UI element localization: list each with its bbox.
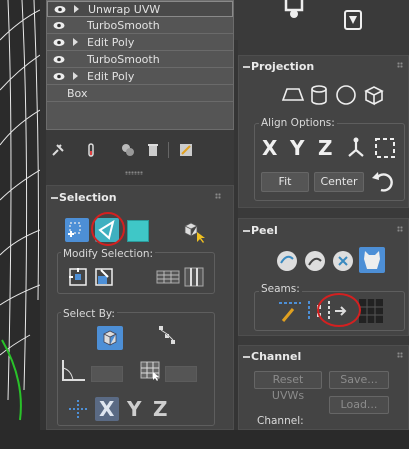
stack-item-turbosmooth-2[interactable]: TurboSmooth xyxy=(47,52,233,68)
collapse-icon[interactable] xyxy=(243,356,250,358)
rollout-title[interactable]: Peel xyxy=(251,224,278,237)
red-annotation-circle xyxy=(91,212,125,246)
rollout-grip[interactable] xyxy=(215,193,221,199)
eye-icon[interactable] xyxy=(54,5,66,14)
toolbar-divider xyxy=(168,142,169,158)
element-mode-icon[interactable] xyxy=(181,218,207,244)
expand-arrow-icon[interactable] xyxy=(73,38,78,46)
planar-map-icon[interactable] xyxy=(281,86,305,104)
align-y-button[interactable]: Y xyxy=(290,136,304,160)
reset-peel-icon[interactable] xyxy=(331,249,355,273)
pin-stack-icon[interactable] xyxy=(50,142,66,158)
rollout-grip[interactable] xyxy=(397,226,403,232)
cylindrical-map-icon[interactable] xyxy=(309,84,329,106)
select-z-label[interactable]: Z xyxy=(153,397,168,421)
grow-selection-icon[interactable] xyxy=(67,266,89,288)
stack-item-turbosmooth[interactable]: TurboSmooth xyxy=(47,18,233,34)
stack-item-edit-poly[interactable]: Edit Poly xyxy=(47,35,233,51)
eye-icon[interactable] xyxy=(53,21,65,30)
collapse-icon[interactable] xyxy=(51,197,58,199)
stack-item-label: TurboSmooth xyxy=(87,53,160,66)
collapse-icon[interactable] xyxy=(243,230,250,232)
expand-arrow-icon[interactable] xyxy=(74,5,79,13)
peel-mode-icon[interactable] xyxy=(303,249,327,273)
cube-icon xyxy=(103,330,117,346)
vertex-icon xyxy=(68,222,81,237)
stack-item-label: TurboSmooth xyxy=(87,19,160,32)
status-bar xyxy=(0,430,409,449)
eye-icon[interactable] xyxy=(53,72,65,81)
rollout-grip[interactable] xyxy=(397,62,403,68)
edit-seams-icon[interactable] xyxy=(277,299,303,323)
rollout-title[interactable]: Selection xyxy=(59,191,117,204)
remove-modifier-icon[interactable] xyxy=(145,142,161,158)
make-unique-icon[interactable] xyxy=(120,142,136,158)
spherical-map-icon[interactable] xyxy=(335,84,357,106)
select-x-label: X xyxy=(99,397,115,421)
expand-arrow-icon[interactable] xyxy=(73,72,78,80)
eye-icon[interactable] xyxy=(53,38,65,47)
ring-selection-icon[interactable] xyxy=(183,266,205,288)
select-by-planar-icon[interactable] xyxy=(67,398,89,420)
stack-item-unwrap-uvw[interactable]: Unwrap UVW xyxy=(47,1,233,17)
top-tool-icon-2[interactable] xyxy=(342,8,366,34)
align-z-button[interactable]: Z xyxy=(318,136,333,160)
box-map-icon[interactable] xyxy=(363,84,385,106)
align-options-label: Align Options: xyxy=(259,117,337,129)
select-by-material-id-icon[interactable] xyxy=(139,360,163,382)
quick-peel-icon[interactable] xyxy=(275,249,299,273)
convert-edge-selection-to-seams-icon[interactable] xyxy=(357,297,385,325)
select-by-element-button[interactable] xyxy=(97,326,123,350)
vertex-mode-button[interactable] xyxy=(65,218,89,242)
select-by-angle-icon[interactable] xyxy=(59,358,87,384)
modify-selection-label: Modify Selection: xyxy=(61,248,156,260)
pelt-map-button[interactable] xyxy=(359,247,385,273)
projection-rollout: Projection Align Options: X Y Z Fit Cent… xyxy=(238,55,409,208)
stack-item-label: Unwrap UVW xyxy=(88,3,161,16)
fit-button[interactable]: Fit xyxy=(261,172,309,192)
peel-rollout: Peel Seams: xyxy=(238,218,409,336)
load-button[interactable]: Load... xyxy=(329,396,389,414)
loop-selection-icon[interactable] xyxy=(155,266,181,288)
reset-projection-icon[interactable] xyxy=(369,168,395,194)
rollout-grip[interactable] xyxy=(397,352,403,358)
material-id-field[interactable] xyxy=(165,366,197,382)
red-annotation-circle xyxy=(317,293,361,327)
top-tool-icon-1[interactable] xyxy=(282,0,306,26)
align-x-button[interactable]: X xyxy=(262,136,277,160)
angle-threshold-field[interactable] xyxy=(91,366,123,382)
configure-modifier-sets-icon[interactable] xyxy=(178,142,194,158)
viewport[interactable] xyxy=(0,0,40,430)
modifier-stack[interactable]: Unwrap UVW TurboSmooth Edit Poly TurboSm… xyxy=(46,0,234,130)
stack-item-box[interactable]: Box xyxy=(47,86,233,102)
rollout-title[interactable]: Projection xyxy=(251,60,314,73)
select-by-label: Select By: xyxy=(61,308,117,320)
channel-label: Channel: xyxy=(257,415,304,427)
stack-item-label: Edit Poly xyxy=(87,70,135,83)
center-button[interactable]: Center xyxy=(314,172,364,192)
rollout-title[interactable]: Channel xyxy=(251,350,301,363)
stack-resize-grip[interactable] xyxy=(125,171,143,175)
collapse-icon[interactable] xyxy=(243,66,250,68)
stack-item-label: Edit Poly xyxy=(87,36,135,49)
pelt-icon xyxy=(364,251,380,269)
stack-item-label: Box xyxy=(67,87,88,100)
show-end-result-icon[interactable] xyxy=(83,142,99,158)
selection-rollout: Selection Modify Selection: Select By: X… xyxy=(46,185,234,430)
polygon-mode-button[interactable] xyxy=(127,220,149,242)
eye-icon[interactable] xyxy=(53,55,65,64)
align-to-selection-icon[interactable] xyxy=(373,136,397,160)
select-y-label[interactable]: Y xyxy=(127,397,141,421)
save-button[interactable]: Save... xyxy=(329,371,389,389)
seams-label: Seams: xyxy=(259,283,302,295)
wireframe-mesh xyxy=(0,0,40,421)
reset-uvws-button[interactable]: Reset UVWs xyxy=(254,371,322,402)
stack-item-edit-poly-2[interactable]: Edit Poly xyxy=(47,69,233,85)
shrink-selection-icon[interactable] xyxy=(93,266,115,288)
select-by-smoothing-icon[interactable] xyxy=(155,322,179,348)
align-to-view-icon[interactable] xyxy=(345,136,367,160)
channel-rollout: Channel Reset UVWs Save... Load... Chann… xyxy=(238,345,409,430)
